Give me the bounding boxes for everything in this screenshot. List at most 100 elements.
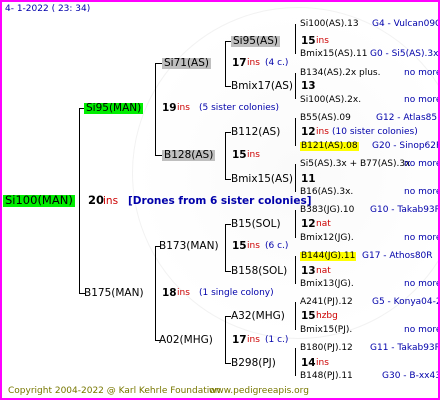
gen4-colony[interactable]: B148(PJ).11 (300, 372, 353, 381)
gen3-colony[interactable]: A32(MHG) (231, 311, 285, 322)
gen4-breeder: G4 - Vulcan09Q (372, 19, 440, 29)
gen4-breeder: G17 - Athos80R (362, 251, 433, 261)
header-date: 4- 1-2022 ( 23: 34) (5, 4, 91, 14)
gen3-ins-label: ins (316, 127, 329, 137)
gen4-breeder: G11 - Takab93R (370, 343, 440, 353)
gen4-colony[interactable]: B16(AS).3x. (300, 188, 353, 197)
gen3-ins-number: 14 (301, 357, 316, 369)
pedigree-frame: 4- 1-2022 ( 23: 34) Si100(MAN) 20 ins [D… (0, 0, 440, 400)
gen3-colony[interactable]: B298(PJ) (231, 358, 276, 369)
tree-line (295, 210, 296, 238)
gen4-breeder: no more (404, 159, 440, 169)
gen1-bottom-note: (1 single colony) (199, 288, 274, 298)
gen4-colony[interactable]: B121(AS).08 (300, 142, 359, 151)
gen4-breeder: G10 - Takab93R (370, 205, 440, 215)
gen4-colony[interactable]: Bmix12(JG). (300, 234, 354, 243)
root-note: [Drones from 6 sister colonies] (128, 195, 312, 207)
gen2-ins-number: 15 (232, 240, 247, 252)
gen2-colony[interactable]: Si71(AS) (162, 58, 211, 69)
gen2-ins-label: ins (247, 241, 260, 251)
gen4-breeder: no more (404, 233, 440, 243)
gen3-colony[interactable]: Bmix15(AS) (231, 174, 293, 185)
tree-line (225, 132, 226, 179)
tree-line (295, 118, 296, 146)
gen4-colony[interactable]: B144(JG).11 (300, 252, 357, 261)
root-colony[interactable]: Si100(MAN) (3, 194, 75, 207)
gen3-ins-number: 12 (301, 126, 316, 138)
gen2-ins-number: 17 (232, 334, 247, 346)
tree-line (79, 108, 80, 293)
gen4-colony[interactable]: Si100(AS).13 (300, 20, 359, 29)
gen4-breeder: no more (404, 68, 440, 78)
gen3-ins-number: 13 (301, 265, 316, 277)
gen2-colony[interactable]: B173(MAN) (159, 241, 219, 252)
gen4-colony[interactable]: Si100(AS).2x. (300, 96, 361, 105)
tree-line (225, 41, 226, 86)
tree-line (295, 164, 296, 192)
root-ins-label: ins (103, 195, 119, 207)
gen3-ins-number: 11 (301, 173, 316, 185)
gen3-colony[interactable]: Bmix17(AS) (231, 81, 293, 92)
gen1-top-colony[interactable]: Si95(MAN) (84, 103, 144, 114)
footer-copyright: Copyright 2004-2022 @ Karl Kehrle Founda… (8, 386, 221, 396)
tree-line (225, 316, 226, 363)
tree-line (295, 302, 296, 330)
gen4-colony[interactable]: B55(AS).09 (300, 114, 351, 123)
gen4-colony[interactable]: B383(JG).10 (300, 206, 354, 215)
gen2-note: (6 c.) (265, 241, 289, 251)
gen4-colony[interactable]: Bmix13(JG). (300, 280, 354, 289)
gen3-ins-label: ins (316, 358, 329, 368)
tree-line (295, 256, 296, 284)
gen3-ins-number: 15 (301, 35, 316, 47)
gen4-colony[interactable]: Si5(AS).3x + B77(AS).3x (300, 160, 410, 169)
gen3-ins-label: hzbg (316, 311, 338, 321)
gen3-colony[interactable]: Si95(AS) (231, 36, 280, 47)
gen3-colony[interactable]: B158(SOL) (231, 266, 287, 277)
gen1-top-note: (5 sister colonies) (199, 103, 280, 113)
gen4-breeder: G5 - Konya04-2 (372, 297, 440, 307)
gen1-bottom-ins-number: 18 (162, 287, 177, 299)
gen2-ins-label: ins (247, 150, 260, 160)
gen4-breeder: G0 - Si5(AS).3x (370, 49, 439, 59)
gen2-colony[interactable]: A02(MHG) (159, 335, 213, 346)
gen4-breeder: G20 - Sinop62R (372, 141, 440, 151)
gen3-ins-label: ins (316, 36, 329, 46)
gen3-ins-number: 12 (301, 218, 316, 230)
gen2-colony[interactable]: B128(AS) (162, 150, 216, 161)
root-ins-number: 20 (88, 193, 105, 207)
gen4-breeder: no more (404, 279, 440, 289)
gen3-colony[interactable]: B15(SOL) (231, 219, 281, 230)
gen2-ins-number: 15 (232, 149, 247, 161)
gen4-breeder: no more (404, 95, 440, 105)
gen4-colony[interactable]: B180(PJ).12 (300, 344, 353, 353)
gen4-colony[interactable]: A241(PJ).12 (300, 298, 353, 307)
gen4-breeder: G12 - Atlas85R (376, 113, 440, 123)
gen4-colony[interactable]: Bmix15(PJ). (300, 326, 352, 335)
footer-site[interactable]: www.pedigreeapis.org (209, 387, 309, 396)
gen2-note: (1 c.) (265, 335, 289, 345)
gen4-breeder: no more (404, 187, 440, 197)
tree-line (295, 73, 296, 99)
gen3-ins-label: nat (316, 266, 331, 276)
gen2-ins-label: ins (247, 335, 260, 345)
gen3-ins-label: nat (316, 219, 331, 229)
gen2-ins-label: ins (247, 58, 260, 68)
gen4-colony[interactable]: Bmix15(AS).11 (300, 50, 367, 59)
gen1-top-ins-number: 19 (162, 102, 177, 114)
gen2-ins-number: 17 (232, 57, 247, 69)
gen3-colony[interactable]: B112(AS) (231, 127, 280, 138)
gen3-ins-number: 15 (301, 310, 316, 322)
gen4-breeder: no more (404, 325, 440, 335)
gen1-bottom-colony[interactable]: B175(MAN) (84, 288, 144, 299)
gen1-top-ins-label: ins (177, 103, 190, 113)
gen4-breeder: G30 - B-xx43 (382, 371, 440, 381)
gen4-colony[interactable]: B134(AS).2x plus. (300, 69, 381, 78)
tree-line (295, 348, 296, 376)
gen2-note: (4 c.) (265, 58, 289, 68)
tree-line (295, 24, 296, 54)
gen3-note: (10 sister colonies) (332, 127, 418, 137)
tree-line (155, 63, 156, 155)
gen3-ins-number: 13 (301, 80, 316, 92)
tree-line (225, 224, 226, 271)
tree-line (155, 246, 156, 340)
